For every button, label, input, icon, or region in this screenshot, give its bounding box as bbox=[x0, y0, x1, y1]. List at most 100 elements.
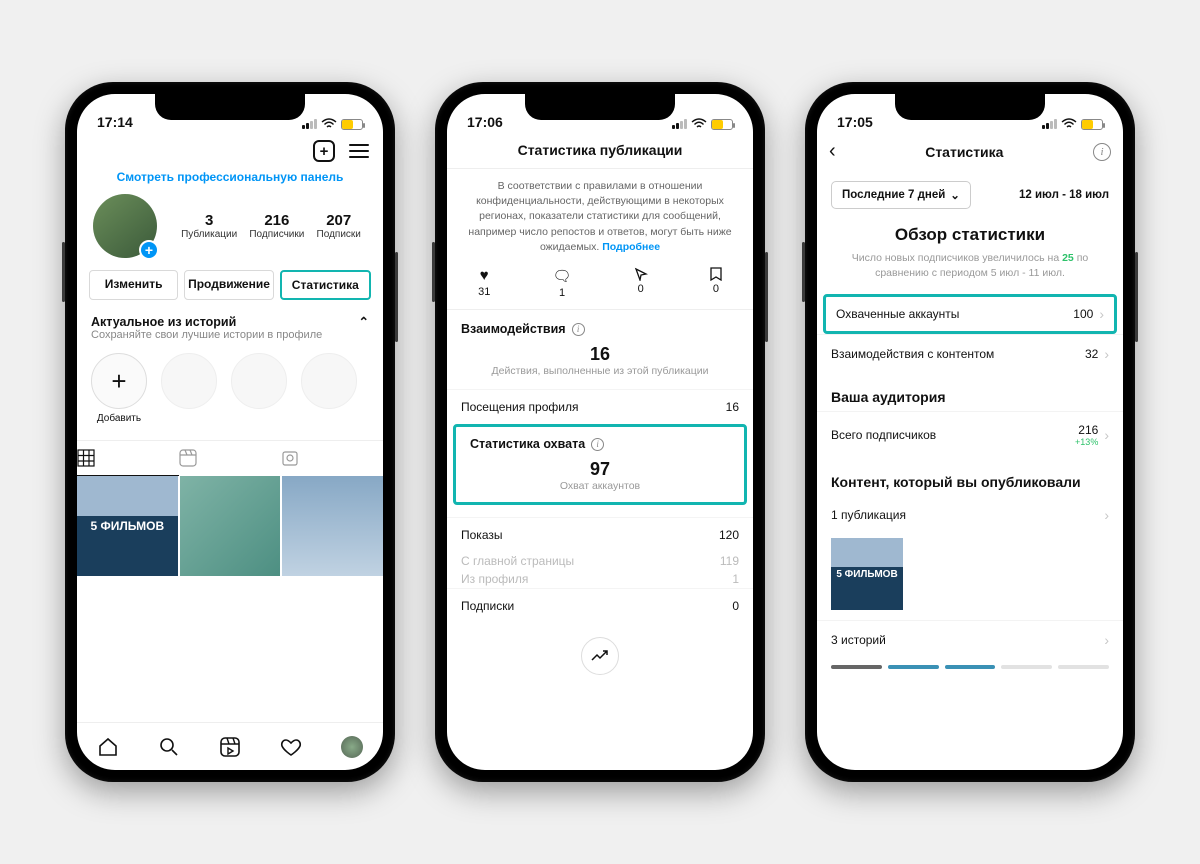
wifi-icon bbox=[1061, 118, 1077, 130]
battery-icon bbox=[1081, 119, 1103, 130]
nav-search[interactable] bbox=[158, 736, 180, 758]
info-icon[interactable]: i bbox=[1093, 143, 1111, 161]
row-impressions-home: С главной страницы119 bbox=[447, 552, 753, 570]
edit-profile-button[interactable]: Изменить bbox=[89, 270, 178, 300]
metric-likes: ♥31 bbox=[478, 267, 490, 299]
notch bbox=[525, 94, 675, 120]
stat-followers[interactable]: 216Подписчики bbox=[249, 212, 304, 240]
phone-post-insights: 17:06 Статистика публикации В соответств… bbox=[435, 82, 765, 782]
trend-icon bbox=[591, 650, 609, 662]
info-icon[interactable]: i bbox=[572, 323, 585, 336]
metric-saves: 0 bbox=[710, 267, 722, 299]
menu-button[interactable] bbox=[349, 144, 369, 158]
row-total-followers[interactable]: Всего подписчиков 216 +13% › bbox=[817, 411, 1123, 458]
battery-icon bbox=[341, 119, 363, 130]
interactions-title: Взаимодействия bbox=[461, 322, 566, 336]
tab-tagged[interactable] bbox=[281, 441, 383, 476]
reach-title: Статистика охвата bbox=[470, 437, 585, 451]
tab-reels[interactable] bbox=[179, 441, 281, 476]
post-thumb[interactable] bbox=[282, 476, 383, 576]
status-time: 17:05 bbox=[837, 114, 873, 130]
stat-posts[interactable]: 3Публикации bbox=[181, 212, 237, 240]
notch bbox=[895, 94, 1045, 120]
notch bbox=[155, 94, 305, 120]
overview-summary: Число новых подписчиков увеличилось на 2… bbox=[817, 251, 1123, 294]
chevron-right-icon: › bbox=[1104, 507, 1109, 523]
interactions-value: 16 bbox=[447, 338, 753, 365]
date-range-label: 12 июл - 18 июл bbox=[1019, 189, 1109, 201]
chevron-right-icon: › bbox=[1099, 306, 1104, 322]
nav-activity[interactable] bbox=[280, 736, 302, 758]
overview-heading: Обзор статистики bbox=[817, 223, 1123, 251]
avatar[interactable]: + bbox=[93, 194, 157, 258]
date-range-selector[interactable]: Последние 7 дней ⌄ bbox=[831, 181, 971, 209]
content-thumbnail[interactable]: 5 ФИЛЬМОВ bbox=[831, 538, 903, 610]
chevron-right-icon: › bbox=[1104, 427, 1109, 443]
row-stories[interactable]: 3 историй › bbox=[817, 620, 1123, 659]
bookmark-icon bbox=[710, 267, 722, 281]
wifi-icon bbox=[691, 118, 707, 130]
pro-panel-link[interactable]: Смотреть профессиональную панель bbox=[77, 166, 383, 194]
chevron-right-icon: › bbox=[1104, 346, 1109, 362]
stories-progress bbox=[817, 659, 1123, 683]
add-story-icon[interactable]: + bbox=[139, 240, 159, 260]
privacy-notice: В соответствии с правилами в отношении к… bbox=[447, 169, 753, 261]
row-publications[interactable]: 1 публикация › bbox=[817, 496, 1123, 534]
highlights-title: Актуальное из историй bbox=[91, 315, 236, 329]
create-post-button[interactable]: + bbox=[313, 140, 335, 162]
reach-section-highlight: Статистика охвата i 97 Охват аккаунтов bbox=[453, 424, 747, 505]
row-content-interactions[interactable]: Взаимодействия с контентом 32› bbox=[817, 334, 1123, 373]
post-thumb[interactable]: 5 ФИЛЬМОВ bbox=[77, 476, 178, 576]
comment-icon: 🗨 bbox=[553, 267, 572, 285]
chevron-down-icon: ⌄ bbox=[950, 188, 960, 202]
battery-icon bbox=[711, 119, 733, 130]
reach-value: 97 bbox=[456, 453, 744, 480]
highlight-placeholder bbox=[301, 353, 357, 424]
highlight-placeholder bbox=[231, 353, 287, 424]
phone-insights-overview: 17:05 ‹ Статистика i Последние 7 дней ⌄ … bbox=[805, 82, 1135, 782]
promote-button[interactable]: Продвижение bbox=[184, 270, 273, 300]
promote-chart-button[interactable] bbox=[581, 637, 619, 675]
nav-profile[interactable] bbox=[341, 736, 363, 758]
chevron-right-icon: › bbox=[1104, 632, 1109, 648]
highlight-placeholder bbox=[161, 353, 217, 424]
info-icon[interactable]: i bbox=[591, 438, 604, 451]
phone-profile: 17:14 + Смотреть профессиональную панель… bbox=[65, 82, 395, 782]
nav-reels[interactable] bbox=[219, 736, 241, 758]
add-highlight[interactable]: +Добавить bbox=[91, 353, 147, 424]
highlights-sub: Сохраняйте свои лучшие истории в профиле bbox=[77, 329, 383, 341]
nav-home[interactable] bbox=[97, 736, 119, 758]
stat-following[interactable]: 207Подписки bbox=[317, 212, 361, 240]
screen: 17:14 + Смотреть профессиональную панель… bbox=[77, 94, 383, 770]
back-button[interactable]: ‹ bbox=[829, 140, 836, 163]
screen: 17:06 Статистика публикации В соответств… bbox=[447, 94, 753, 770]
signal-icon bbox=[1042, 119, 1057, 129]
heart-icon: ♥ bbox=[478, 267, 490, 284]
status-time: 17:06 bbox=[467, 114, 503, 130]
row-follows: Подписки0 bbox=[447, 588, 753, 623]
content-heading: Контент, который вы опубликовали bbox=[817, 458, 1123, 496]
signal-icon bbox=[672, 119, 687, 129]
learn-more-link[interactable]: Подробнее bbox=[602, 241, 660, 253]
page-title: Статистика публикации bbox=[447, 132, 753, 169]
share-icon bbox=[634, 267, 648, 281]
row-profile-visits: Посещения профиля16 bbox=[447, 389, 753, 424]
metric-shares: 0 bbox=[634, 267, 648, 299]
row-impressions-profile: Из профиля1 bbox=[447, 570, 753, 588]
chevron-up-icon[interactable]: ⌃ bbox=[359, 314, 369, 329]
audience-heading: Ваша аудитория bbox=[817, 373, 1123, 411]
row-impressions: Показы120 bbox=[447, 517, 753, 552]
reach-sub: Охват аккаунтов bbox=[456, 480, 744, 492]
followers-change: +13% bbox=[1075, 437, 1098, 447]
metric-comments: 🗨1 bbox=[553, 267, 572, 299]
status-time: 17:14 bbox=[97, 114, 133, 130]
screen: 17:05 ‹ Статистика i Последние 7 дней ⌄ … bbox=[817, 94, 1123, 770]
signal-icon bbox=[302, 119, 317, 129]
post-thumb[interactable] bbox=[180, 476, 281, 576]
row-accounts-reached[interactable]: Охваченные аккаунты 100› bbox=[823, 294, 1117, 334]
interactions-sub: Действия, выполненные из этой публикации bbox=[447, 365, 753, 389]
page-title: Статистика bbox=[836, 144, 1093, 160]
statistics-button[interactable]: Статистика bbox=[280, 270, 371, 300]
wifi-icon bbox=[321, 118, 337, 130]
tab-grid[interactable] bbox=[77, 441, 179, 476]
